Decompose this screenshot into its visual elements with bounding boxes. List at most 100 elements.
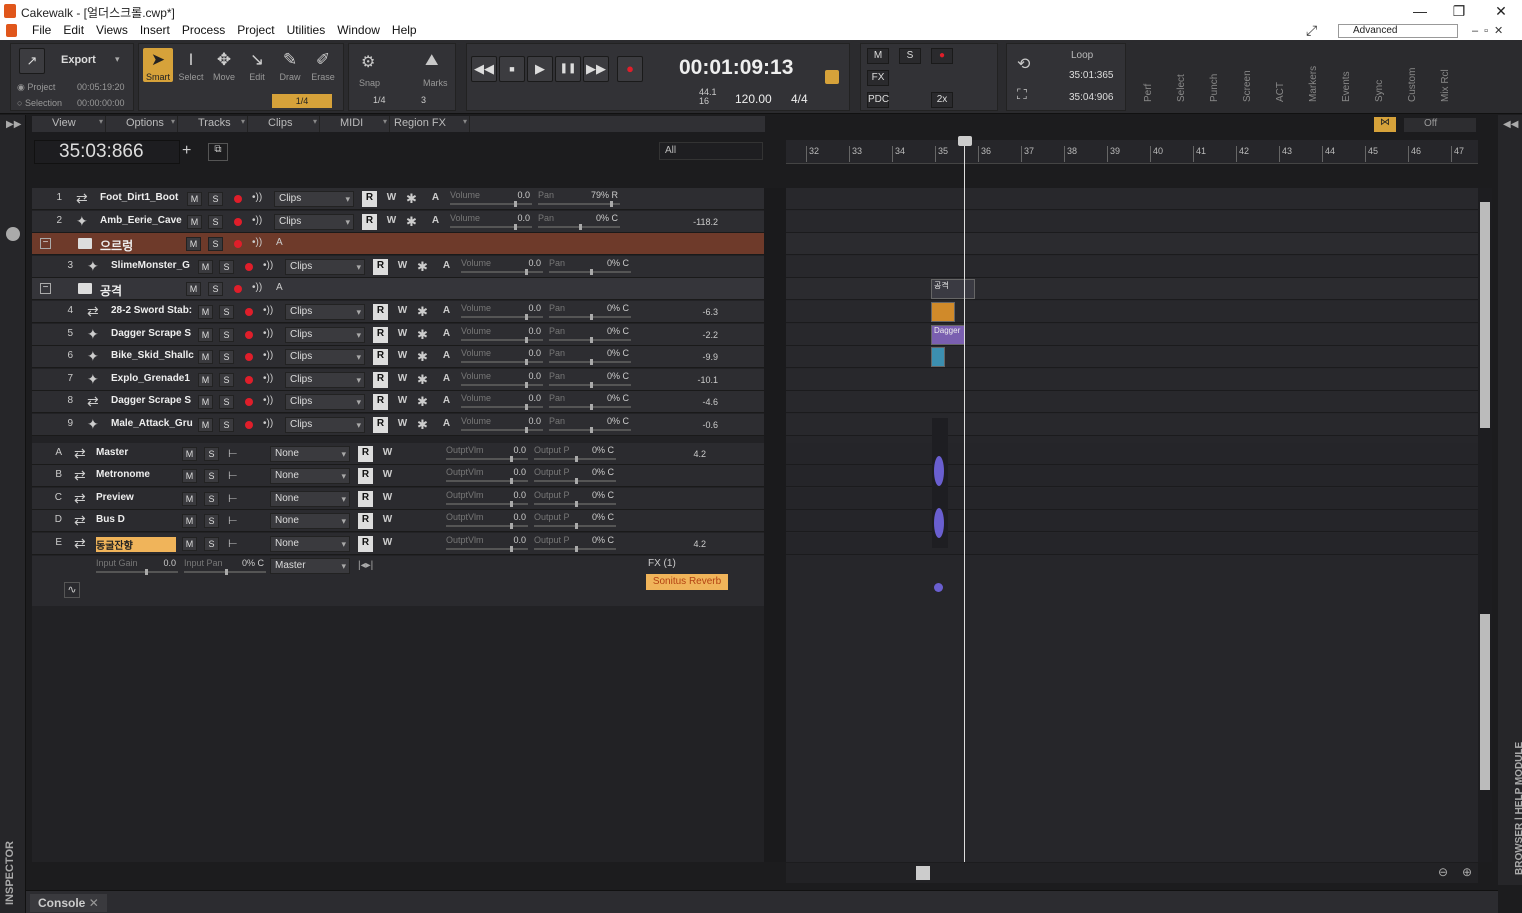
record-arm-icon[interactable] (245, 331, 253, 339)
project-radio[interactable]: ◉ Project (17, 82, 55, 93)
solo-button[interactable]: S (204, 469, 219, 483)
clip-lane[interactable] (786, 391, 1478, 413)
volume-slider[interactable]: Volume 0.0 (450, 213, 532, 231)
export-button[interactable]: Export (61, 54, 96, 66)
snap-resolution[interactable]: 1/4 (373, 95, 386, 105)
horizontal-scrollbar[interactable]: ⊖ ⊕ (786, 863, 1478, 883)
menu-midi[interactable]: MIDI (320, 116, 390, 132)
module-sync[interactable]: Sync (1364, 44, 1392, 108)
console-tab[interactable]: Console ✕ (30, 894, 107, 912)
solo-button[interactable]: S (204, 514, 219, 528)
solo-button[interactable]: S (208, 282, 223, 296)
input-dropdown[interactable]: Clips (285, 417, 365, 433)
snap-off-dropdown[interactable]: Off (1404, 118, 1476, 132)
inspector-toggle-icon[interactable] (6, 227, 20, 241)
solo-button[interactable]: S (219, 350, 234, 364)
module-perf[interactable]: Perf (1133, 44, 1161, 108)
output-pan-slider[interactable]: Output P 0% C (534, 490, 616, 508)
now-time-cursor[interactable] (964, 140, 965, 862)
record-arm-icon[interactable] (245, 263, 253, 271)
freeze-icon[interactable]: ✱ (417, 372, 428, 388)
record-arm-icon[interactable] (245, 308, 253, 316)
menu-process[interactable]: Process (176, 23, 231, 37)
input-pan-knob[interactable] (225, 569, 228, 575)
add-track-icon[interactable]: + (182, 142, 200, 162)
track-name[interactable]: Dagger Scrape S (111, 328, 197, 339)
mute-button[interactable]: M (187, 215, 202, 229)
audio-clip[interactable] (931, 347, 945, 367)
clip-node[interactable] (934, 583, 943, 592)
record-arm-icon[interactable] (234, 240, 242, 248)
clip-lane[interactable] (786, 369, 1478, 391)
read-automation-button[interactable]: R (358, 446, 373, 462)
transport-time[interactable]: 00:01:09:13 (679, 56, 793, 80)
audio-clip[interactable]: 공격 (931, 279, 975, 299)
module-punch[interactable]: Punch (1199, 44, 1227, 108)
freeze-icon[interactable]: ✱ (417, 394, 428, 410)
volume-knob[interactable] (524, 359, 528, 365)
volume-slider[interactable]: Volume 0.0 (461, 258, 543, 276)
freeze-icon[interactable]: ✱ (417, 304, 428, 320)
mute-button[interactable]: M (182, 492, 197, 506)
module-select[interactable]: Select (1166, 44, 1194, 108)
output-pan-slider[interactable]: Output P 0% C (534, 467, 616, 485)
automation-button[interactable]: A (439, 259, 454, 275)
pan-slider[interactable]: Pan 0% C (549, 326, 631, 344)
automation-button[interactable]: A (439, 349, 454, 365)
record-arm-icon[interactable] (245, 353, 253, 361)
read-automation-button[interactable]: R (358, 491, 373, 507)
bus-row[interactable]: D ⇄ Bus DMS ⊢ None RW OutptVlm 0.0 Output P 0% C (32, 510, 765, 532)
freeze-icon[interactable]: ✱ (417, 259, 428, 275)
write-automation-button[interactable]: W (380, 513, 395, 529)
close-button[interactable]: ✕ (1486, 2, 1516, 20)
clips-pane[interactable]: 공격 Dagger (786, 188, 1478, 862)
input-pan-slider[interactable]: Input Pan 0% C (184, 558, 266, 576)
pdc-button[interactable]: PDC (867, 92, 889, 108)
input-echo-icon[interactable]: •)) (252, 282, 262, 293)
folder-row[interactable]: − 으르렁 M S •)) A (32, 233, 765, 255)
write-automation-button[interactable]: W (395, 304, 410, 320)
loop-icon[interactable]: ⟲ (1017, 54, 1030, 74)
track-name[interactable]: Explo_Grenade1 (111, 373, 197, 384)
fx-bypass-button[interactable]: FX (867, 70, 889, 86)
output-dropdown[interactable]: None (270, 513, 350, 529)
clip-lane[interactable] (786, 233, 1478, 255)
pan-slider[interactable]: Pan 0% C (549, 371, 631, 389)
bus-row[interactable]: C ⇄ PreviewMS ⊢ None RW OutptVlm 0.0 Output P 0% … (32, 488, 765, 510)
volume-knob[interactable] (524, 382, 528, 388)
volume-slider[interactable]: Volume 0.0 (450, 190, 532, 208)
loop-end[interactable]: 35:04:906 (1069, 92, 1114, 103)
input-dropdown[interactable]: Clips (285, 304, 365, 320)
bus-name[interactable]: Master (96, 447, 182, 458)
stop-icon[interactable]: ■ (499, 56, 525, 82)
module-events[interactable]: Events (1331, 44, 1359, 108)
marks-icon[interactable]: ⛰ (425, 52, 438, 70)
output-volume-slider[interactable]: OutptVlm 0.0 (446, 535, 528, 553)
input-dropdown[interactable]: Clips (285, 327, 365, 343)
read-automation-button[interactable]: R (373, 394, 388, 410)
bus-row[interactable]: B ⇄ MetronomeMS ⊢ None RW OutptVlm 0.0 Output P 0… (32, 465, 765, 487)
erase-tool[interactable]: ✐ Erase (308, 48, 338, 82)
draw-tool[interactable]: ✎ Draw (275, 48, 305, 82)
snap-icon[interactable]: ⚙ (361, 52, 375, 72)
volume-slider[interactable]: Volume 0.0 (461, 326, 543, 344)
volume-slider[interactable]: Volume 0.0 (461, 371, 543, 389)
pan-knob[interactable] (610, 201, 614, 207)
freeze-icon[interactable]: ✱ (406, 214, 417, 230)
move-tool[interactable]: ✥ Move (209, 48, 239, 82)
pan-knob[interactable] (590, 382, 593, 388)
mdi-controls[interactable]: –▫✕ (1472, 24, 1509, 37)
pan-slider[interactable]: Pan 0% C (538, 213, 620, 231)
clip-lane[interactable] (786, 211, 1478, 233)
output-pan-knob[interactable] (575, 546, 578, 552)
clip-lane[interactable] (786, 324, 1478, 346)
read-automation-button[interactable]: R (373, 304, 388, 320)
menu-insert[interactable]: Insert (134, 23, 176, 37)
play-icon[interactable]: ▶ (527, 56, 553, 82)
track-row[interactable]: 9 ✦ Male_Attack_GruMS •)) Clips RW ✱ A Volume 0.0… (32, 414, 765, 436)
record-arm-icon[interactable] (245, 421, 253, 429)
track-row[interactable]: 3 ✦ SlimeMonster_GMS •)) Clips RW ✱ A Volume 0.0 P… (32, 256, 765, 278)
draw-resolution[interactable]: 1/4 (272, 94, 332, 108)
input-dropdown[interactable]: Clips (285, 259, 365, 275)
output-pan-knob[interactable] (575, 501, 578, 507)
